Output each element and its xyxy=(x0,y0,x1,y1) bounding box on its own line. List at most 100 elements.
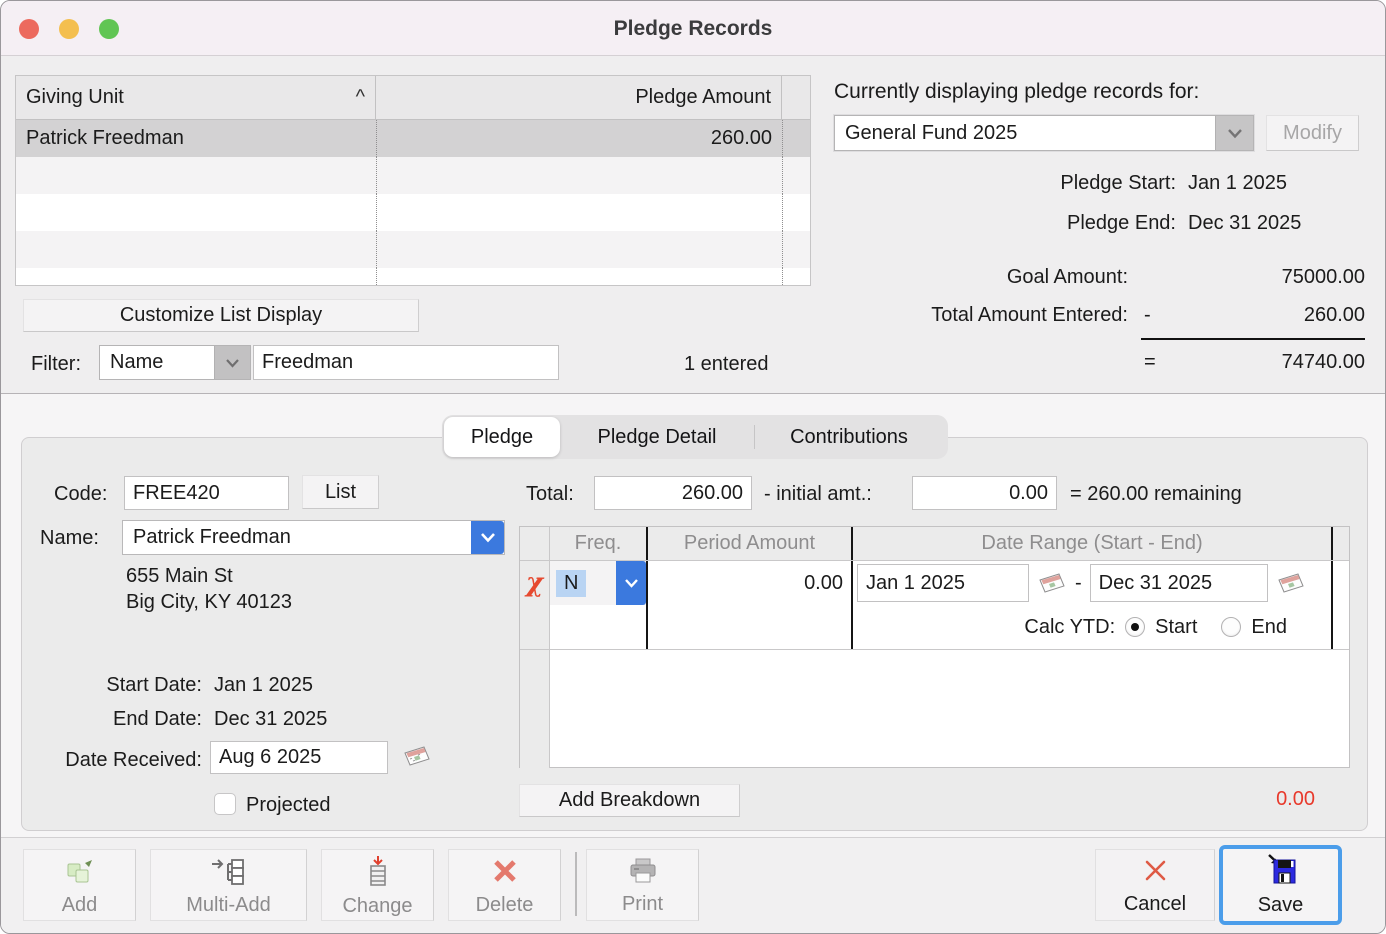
pledge-end-value: Dec 31 2025 xyxy=(1188,212,1302,234)
table-row-empty xyxy=(16,268,810,285)
change-button[interactable]: Change xyxy=(321,849,434,921)
multi-add-button[interactable]: Multi-Add xyxy=(150,849,307,921)
calc-ytd-label: Calc YTD: xyxy=(1024,615,1116,638)
total-entered-value: 260.00 xyxy=(1303,304,1365,326)
breakdown-row-options: Calc YTD: Start End xyxy=(520,605,1349,650)
save-floppy-icon xyxy=(1264,853,1298,891)
bottom-toolbar: Add Multi-Add Change Delete Print Cancel… xyxy=(1,837,1385,933)
delete-button[interactable]: Delete xyxy=(448,849,561,921)
breakdown-table: Freq. Period Amount Date Range (Start - … xyxy=(519,526,1350,768)
pledge-end-label: Pledge End: xyxy=(1067,212,1176,234)
filter-label: Filter: xyxy=(31,353,81,375)
fund-selector-dropdown[interactable]: General Fund 2025 xyxy=(834,115,1254,151)
projected-checkbox[interactable] xyxy=(214,793,236,815)
date-received-input[interactable] xyxy=(210,741,388,774)
tab-pledge[interactable]: Pledge xyxy=(444,417,560,457)
cancel-x-icon xyxy=(1140,857,1170,891)
title-bar: Pledge Records xyxy=(1,1,1385,56)
code-input[interactable] xyxy=(124,476,289,510)
remaining-goal-value: 74740.00 xyxy=(1281,351,1365,373)
chevron-down-icon xyxy=(1215,116,1253,150)
close-window-icon[interactable] xyxy=(19,19,39,39)
customize-list-display-button[interactable]: Customize List Display xyxy=(23,299,419,332)
pledge-start-value: Jan 1 2025 xyxy=(1188,172,1287,194)
pledge-start-label: Pledge Start: xyxy=(1060,172,1176,194)
print-button[interactable]: Print xyxy=(586,849,699,921)
minus-sign: - xyxy=(1144,304,1151,326)
cancel-button[interactable]: Cancel xyxy=(1095,849,1215,921)
name-label: Name: xyxy=(40,527,99,549)
giving-unit-table: Giving Unit ^ Pledge Amount Patrick Free… xyxy=(15,75,811,286)
frequency-value: N xyxy=(556,569,587,597)
column-header-date-range: Date Range (Start - End) xyxy=(853,527,1333,560)
address-line2: Big City, KY 40123 xyxy=(126,591,293,613)
projected-label: Projected xyxy=(246,794,331,816)
zoom-window-icon[interactable] xyxy=(99,19,119,39)
sort-ascending-icon: ^ xyxy=(355,86,365,108)
date-range-end-input[interactable] xyxy=(1089,564,1268,602)
pledge-records-window: Pledge Records Giving Unit ^ Pledge Amou… xyxy=(0,0,1386,934)
multi-add-icon xyxy=(211,856,247,892)
page-title: Pledge Records xyxy=(613,17,773,40)
tab-contributions[interactable]: Contributions xyxy=(755,417,943,457)
equals-sign: = xyxy=(1144,351,1156,373)
add-record-icon xyxy=(65,856,95,892)
calc-ytd-end-label[interactable]: End xyxy=(1251,616,1287,639)
minimize-window-icon[interactable] xyxy=(59,19,79,39)
calendar-picker-icon[interactable] xyxy=(1276,571,1306,595)
start-date-label: Start Date: xyxy=(106,674,202,696)
printer-icon xyxy=(627,857,659,891)
total-input[interactable] xyxy=(594,476,752,510)
entered-count: 1 entered xyxy=(684,353,769,375)
add-button[interactable]: Add xyxy=(23,849,136,921)
column-header-freq: Freq. xyxy=(550,527,648,560)
table-row-empty xyxy=(16,157,810,194)
chevron-down-icon xyxy=(214,346,250,379)
goal-amount-label: Goal Amount: xyxy=(1006,266,1128,288)
unallocated-amount: 0.00 xyxy=(1276,788,1315,810)
date-range-start-input[interactable] xyxy=(857,564,1029,602)
save-button[interactable]: Save xyxy=(1219,845,1342,925)
toolbar-divider xyxy=(575,852,577,916)
calendar-picker-icon[interactable] xyxy=(402,744,432,774)
table-row-empty xyxy=(16,231,810,268)
goal-amount-value: 75000.00 xyxy=(1281,266,1365,288)
fund-heading: Currently displaying pledge records for: xyxy=(834,80,1200,103)
table-row-selected[interactable]: Patrick Freedman 260.00 xyxy=(16,120,810,157)
end-date-label: End Date: xyxy=(113,708,202,730)
calendar-picker-icon[interactable] xyxy=(1037,571,1067,595)
breakdown-row: χ N 0.00 Jan 1 2025 - Dec 31 2025 xyxy=(520,561,1349,605)
date-range-dash: - xyxy=(1075,571,1082,594)
calc-ytd-start-radio[interactable] xyxy=(1125,617,1146,637)
name-dropdown[interactable]: Patrick Freedman xyxy=(122,520,505,555)
sum-divider xyxy=(1141,338,1365,340)
list-button[interactable]: List xyxy=(302,475,379,509)
chevron-down-icon[interactable] xyxy=(616,561,646,605)
delete-breakdown-row-icon[interactable]: χ xyxy=(520,561,550,605)
column-header-pledge-amount[interactable]: Pledge Amount xyxy=(376,76,782,119)
column-header-period-amount: Period Amount xyxy=(648,527,853,560)
column-header-giving-unit[interactable]: Giving Unit ^ xyxy=(16,76,376,119)
end-date-value: Dec 31 2025 xyxy=(214,708,328,730)
filter-field-dropdown[interactable]: Name xyxy=(99,345,251,380)
delete-record-icon xyxy=(490,856,520,892)
table-row-empty xyxy=(16,194,810,231)
calc-ytd-start-label[interactable]: Start xyxy=(1155,616,1197,639)
frequency-dropdown[interactable]: N xyxy=(550,561,648,605)
pledge-tab-bar: Pledge Pledge Detail Contributions xyxy=(442,415,948,459)
modify-button[interactable]: Modify xyxy=(1266,115,1359,151)
total-label: Total: xyxy=(526,483,574,505)
code-label: Code: xyxy=(54,483,108,505)
giving-unit-table-header: Giving Unit ^ Pledge Amount xyxy=(16,76,810,120)
filter-value-input[interactable] xyxy=(253,345,559,380)
change-record-icon xyxy=(366,855,390,893)
initial-amount-input[interactable] xyxy=(912,476,1057,510)
period-amount-cell[interactable]: 0.00 xyxy=(648,561,853,605)
breakdown-header: Freq. Period Amount Date Range (Start - … xyxy=(520,527,1349,561)
chevron-down-icon[interactable] xyxy=(471,521,504,554)
calc-ytd-end-radio[interactable] xyxy=(1221,617,1242,637)
tab-pledge-detail[interactable]: Pledge Detail xyxy=(560,417,754,457)
date-received-label: Date Received: xyxy=(65,749,202,771)
total-entered-label: Total Amount Entered: xyxy=(931,304,1128,326)
add-breakdown-button[interactable]: Add Breakdown xyxy=(519,784,740,817)
